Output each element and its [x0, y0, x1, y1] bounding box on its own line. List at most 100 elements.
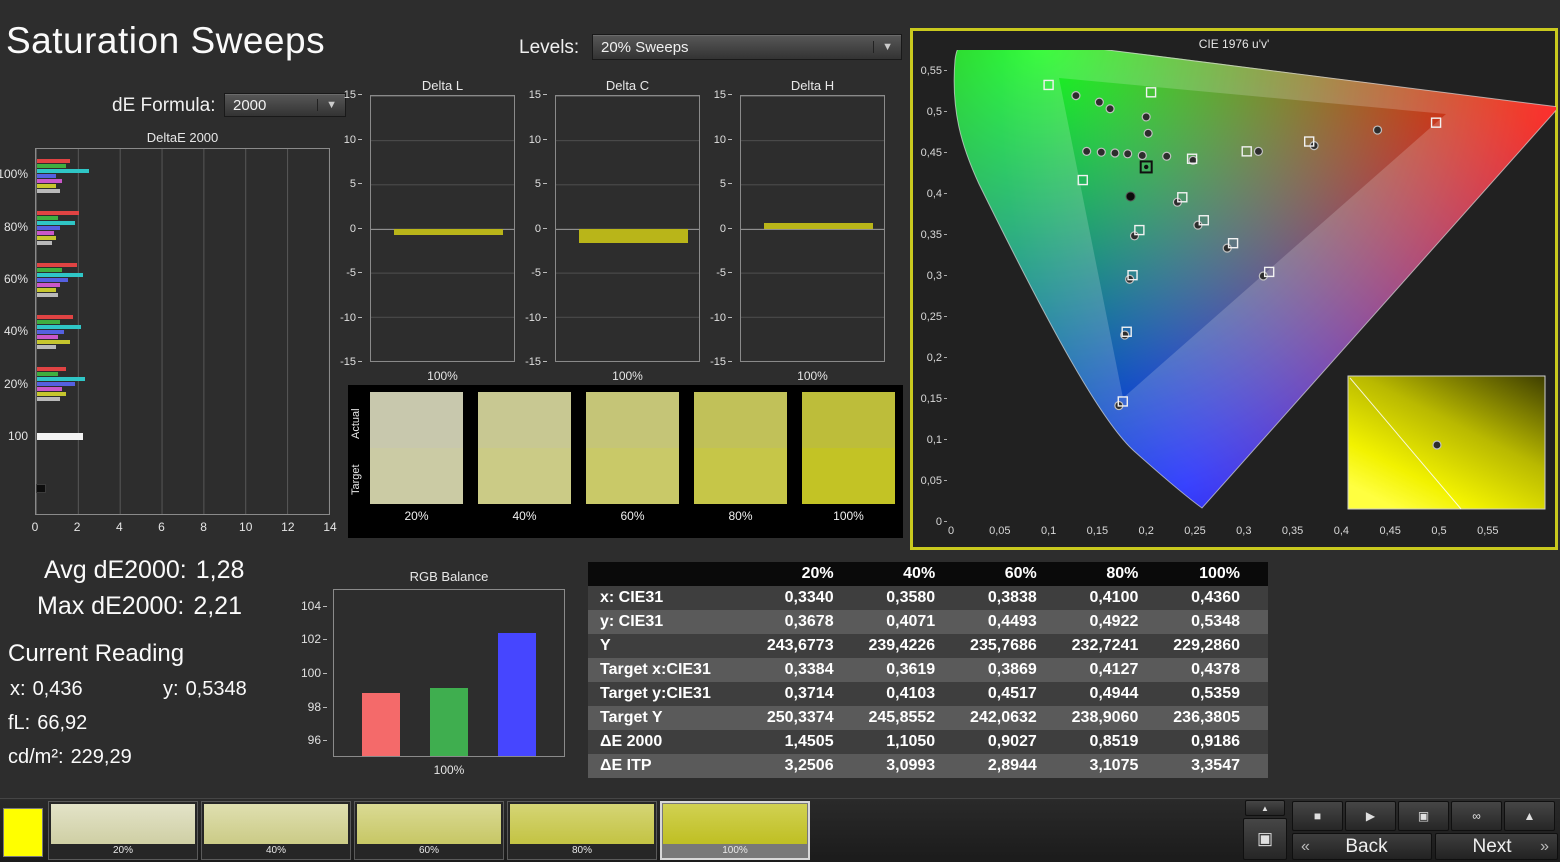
next-button[interactable]: Next » [1435, 833, 1558, 860]
reading-y-value: 0,5348 [186, 678, 247, 701]
stop-button[interactable]: ■ [1292, 801, 1343, 831]
delta-chart-plot [740, 95, 885, 362]
deltae-bar [37, 283, 60, 287]
cie-y-tick: 0,25 [913, 311, 947, 323]
play-button[interactable]: ▶ [1345, 801, 1396, 831]
swatch-target [586, 448, 679, 504]
delta-y-tick: -15 [340, 356, 362, 368]
cie-inset-point [1433, 441, 1441, 449]
deltae-y-label [0, 463, 32, 515]
deltae-bar [37, 179, 62, 183]
cie-measurement-point [1095, 98, 1103, 106]
delta-chart-ylabels: 151050-5-10-15 [330, 95, 366, 362]
cie-x-tick: 0,55 [1477, 525, 1498, 537]
reading-y: y: 0,5348 [163, 678, 247, 701]
cie-measurement-point [1072, 92, 1080, 100]
levels-dropdown-value: 20% Sweeps [601, 39, 689, 56]
delta-y-tick: 0 [535, 223, 547, 235]
delta-y-tick: -15 [710, 356, 732, 368]
deltae-bar [37, 221, 75, 225]
cie-y-tick: 0,55 [913, 65, 947, 77]
deltae-bar-group [36, 201, 329, 253]
deltae-bar [37, 293, 58, 297]
reading-x: x: 0,436 [10, 678, 83, 701]
deltae-x-tick: 0 [32, 520, 39, 534]
cie-measurement-point [1163, 152, 1171, 160]
deltae-x-tick: 4 [116, 520, 123, 534]
cie-y-tick: 0,15 [913, 393, 947, 405]
delta-chart-h: Delta H151050-5-10-15100% [700, 78, 885, 378]
rgb-y-tick: 98 [308, 700, 327, 714]
swatch-20% [370, 392, 463, 504]
deltae-bar [37, 211, 79, 215]
play-icon: ▶ [1366, 809, 1375, 823]
delta-chart-title: Delta C [555, 78, 700, 93]
deltae-chart-title: DeltaE 2000 [35, 130, 330, 145]
rgb-y-tick: 100 [301, 666, 327, 680]
patch-button-20%[interactable]: 20% [48, 801, 198, 860]
rgb-plot [333, 589, 565, 757]
delta-chart-x-label: 100% [555, 369, 700, 383]
deltae-bar [37, 273, 83, 277]
reading-cd-value: 229,29 [71, 746, 132, 769]
table-cell: 0,9027 [963, 730, 1065, 754]
delta-chart-bar [394, 229, 503, 235]
delta-y-tick: 15 [714, 89, 732, 101]
patch-label: 40% [204, 844, 348, 857]
delta-chart-title: Delta H [740, 78, 885, 93]
patch-swatch [204, 804, 348, 844]
rgb-x-label: 100% [333, 763, 565, 777]
deltae-bar-group [36, 149, 329, 201]
deltae-bar [37, 184, 56, 188]
back-button[interactable]: « Back [1292, 833, 1432, 860]
table-cell: 1,1050 [862, 730, 964, 754]
table-cell: 0,3869 [963, 658, 1065, 682]
eject-button[interactable]: ▲ [1245, 800, 1285, 816]
target-row-label: Target [350, 451, 366, 509]
delta-y-tick: -10 [710, 312, 732, 324]
table-cell: 0,3580 [862, 586, 964, 610]
record-button[interactable]: ▣ [1398, 801, 1449, 831]
delta-y-tick: 5 [350, 178, 362, 190]
avg-de2000-label: Avg dE2000: [44, 556, 187, 585]
loop-button[interactable]: ∞ [1451, 801, 1502, 831]
cie-measurement-point [1083, 147, 1091, 155]
table-cell: 3,2506 [760, 754, 862, 778]
deltae-xlabels: 02468101214 [35, 520, 330, 534]
patch-button-80%[interactable]: 80% [507, 801, 657, 860]
levels-dropdown[interactable]: 20% Sweeps ▼ [592, 34, 902, 60]
table-row: ΔE 20001,45051,10500,90270,85190,9186 [588, 730, 1268, 754]
record-icon: ▣ [1418, 809, 1429, 823]
cie-y-tick: 0,3 [913, 270, 947, 282]
table-cell: 0,5359 [1166, 682, 1268, 706]
rgb-bar-green [430, 688, 468, 756]
table-cell: 238,9060 [1065, 706, 1167, 730]
delta-y-tick: 0 [720, 223, 732, 235]
cie-measurement-point [1144, 129, 1152, 137]
cie-white-point [1126, 192, 1135, 201]
swatch-label: 20% [370, 509, 463, 523]
cie-measurement-point [1111, 149, 1119, 157]
table-cell: 0,3619 [862, 658, 964, 682]
patch-button-60%[interactable]: 60% [354, 801, 504, 860]
patch-display-button[interactable]: ▣ [1243, 818, 1287, 860]
zero-line [741, 229, 884, 230]
table-cell: 0,4922 [1065, 610, 1167, 634]
de-formula-dropdown[interactable]: 2000 ▼ [224, 93, 346, 117]
cie-y-tick: 0,4 [913, 188, 947, 200]
deltae-bar-group [36, 253, 329, 305]
delta-y-tick: -10 [340, 312, 362, 324]
delta-chart-plot [370, 95, 515, 362]
table-cell: 3,0993 [862, 754, 964, 778]
deltae-y-label: 80% [0, 200, 32, 252]
patch-button-40%[interactable]: 40% [201, 801, 351, 860]
swatch-actual [694, 392, 787, 448]
swatch-actual [478, 392, 571, 448]
collapse-button[interactable]: ▲ [1504, 801, 1555, 831]
table-cell: 0,4127 [1065, 658, 1167, 682]
swatch-label: 100% [802, 509, 895, 523]
delta-chart-title: Delta L [370, 78, 515, 93]
patch-button-100%[interactable]: 100% [660, 801, 810, 860]
patch-label: 20% [51, 844, 195, 857]
deltae-bar [37, 315, 73, 319]
